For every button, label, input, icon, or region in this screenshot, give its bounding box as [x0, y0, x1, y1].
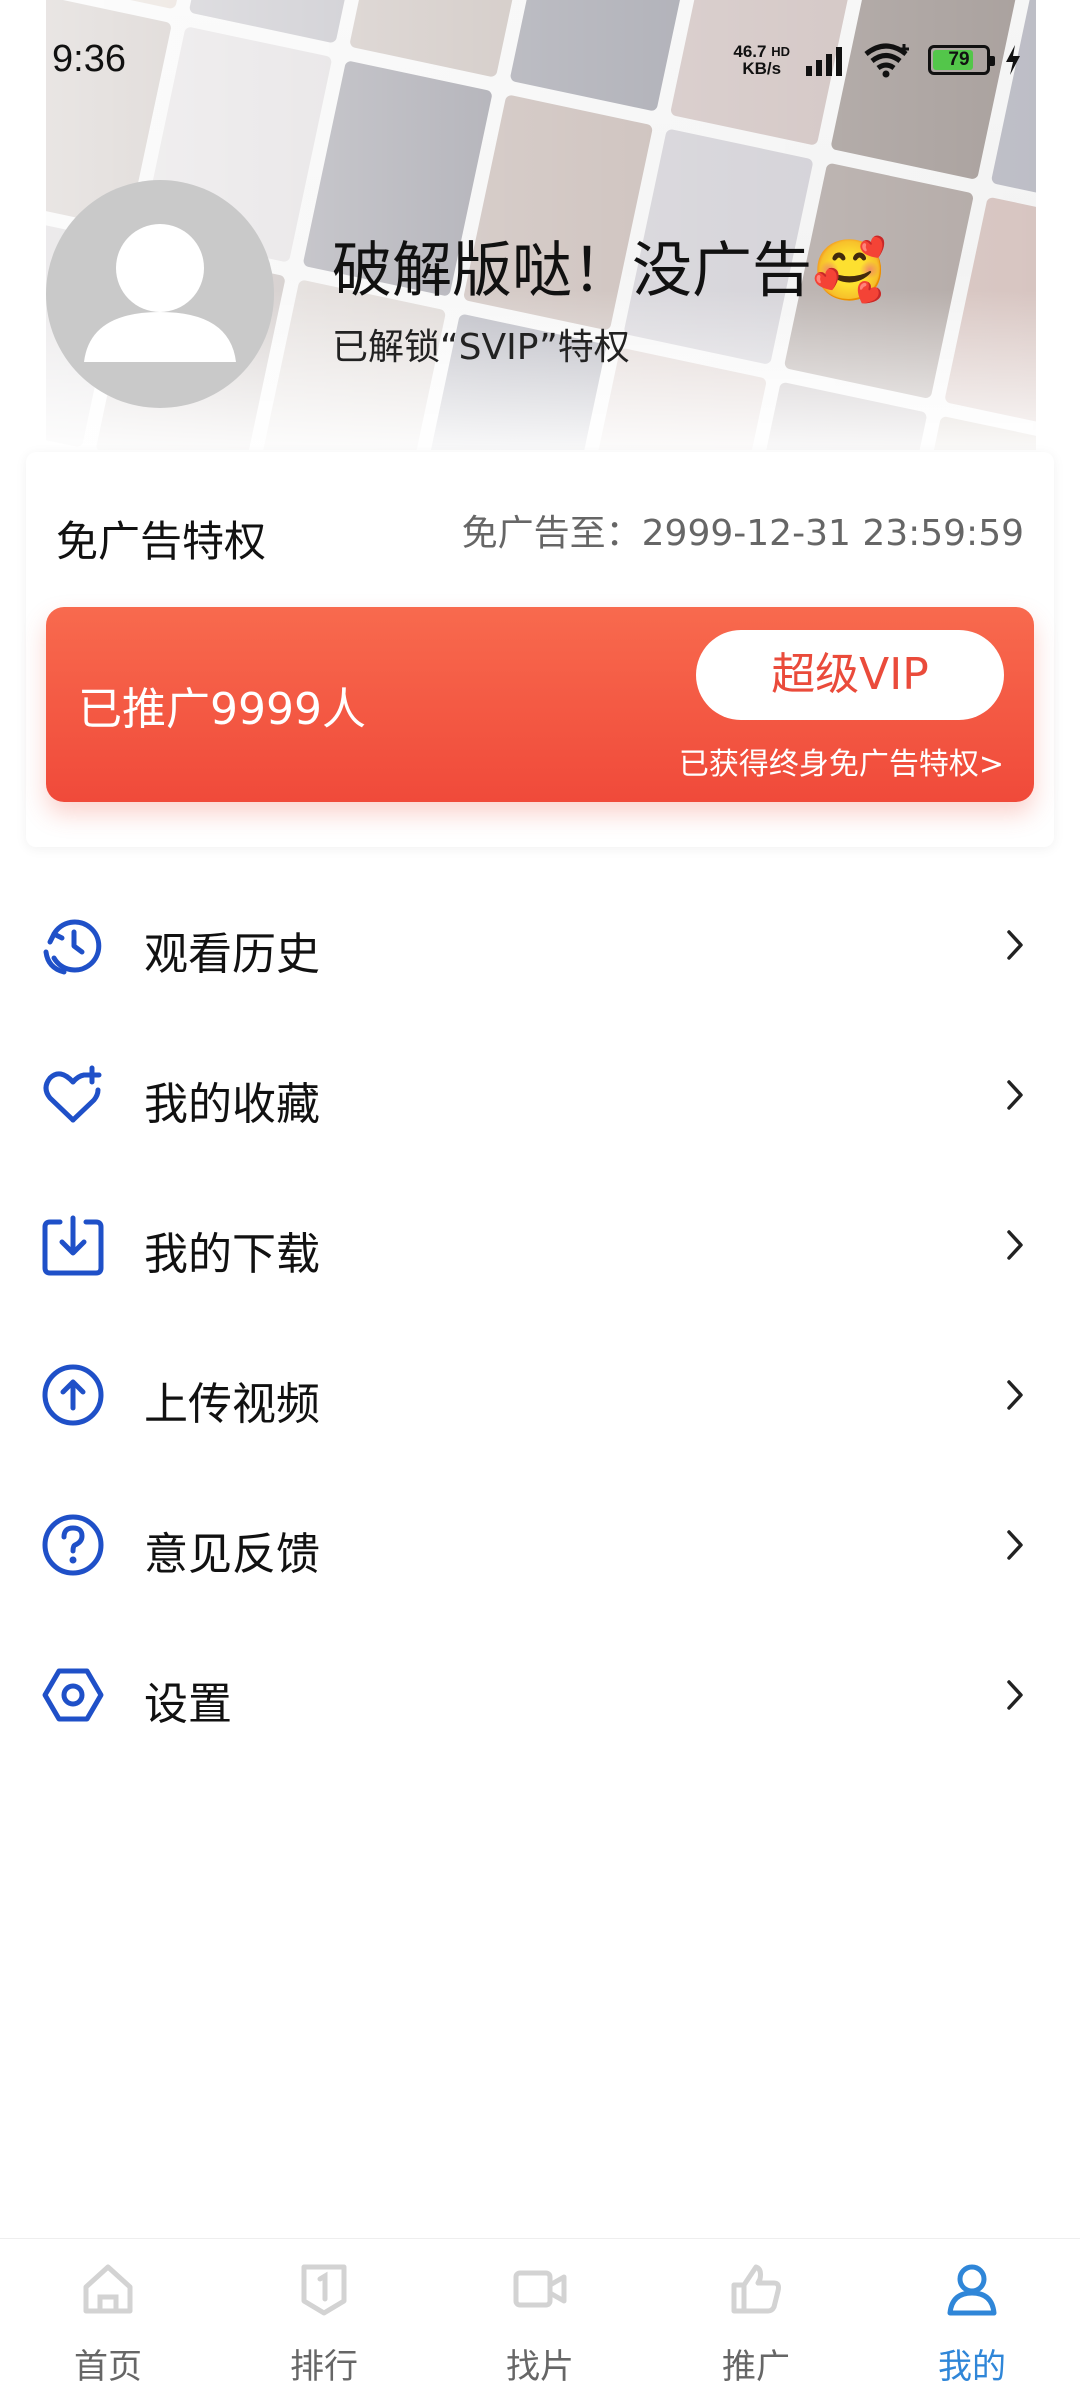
nav-label: 首页 — [74, 2347, 142, 2387]
profile-screen: 9:36 46.7 HD KB/s 79 破解版哒！没广告🥰 已解锁“SVIP”… — [0, 0, 1080, 2400]
chevron-right-icon — [1007, 1080, 1023, 1110]
menu-item-favorites[interactable]: 我的收藏 — [0, 1020, 1080, 1170]
nav-mine[interactable]: 我的 — [864, 2239, 1080, 2400]
history-icon — [43, 919, 102, 975]
profile-title: 破解版哒！没广告🥰 — [332, 236, 887, 306]
menu-label: 我的下载 — [144, 1229, 320, 1280]
avatar[interactable] — [46, 180, 274, 408]
ad-free-privilege-panel: 免广告特权 免广告至：2999-12-31 23:59:59 已推广9999人 … — [26, 452, 1054, 847]
nav-promote[interactable]: 推广 — [648, 2239, 864, 2400]
default-avatar-icon — [84, 224, 236, 362]
battery-level: 79 — [948, 49, 970, 70]
menu-list: 观看历史 我的收藏 我的下载 上传视频 意见反馈 设置 — [0, 870, 1080, 1770]
charging-bolt-icon — [1006, 45, 1020, 75]
network-speed: 46.7 HD KB/s — [733, 43, 790, 77]
favorite-heart-icon — [43, 1065, 102, 1123]
ad-free-expire: 免广告至：2999-12-31 23:59:59 — [461, 513, 1024, 554]
nav-find-video[interactable]: 找片 — [432, 2239, 648, 2400]
menu-item-history[interactable]: 观看历史 — [0, 870, 1080, 1020]
home-icon — [83, 2264, 133, 2314]
download-icon — [42, 1215, 104, 1276]
ranking-icon — [301, 2264, 347, 2316]
menu-label: 意见反馈 — [144, 1529, 320, 1580]
nav-label: 推广 — [722, 2347, 790, 2387]
menu-label: 观看历史 — [144, 929, 320, 980]
vip-card[interactable]: 已推广9999人 超级VIP 已获得终身免广告特权> — [46, 607, 1034, 802]
profile-subtitle: 已解锁“SVIP”特权 — [332, 327, 630, 368]
menu-label: 我的收藏 — [144, 1079, 320, 1130]
net-speed-unit: KB/s — [742, 59, 782, 78]
menu-item-upload[interactable]: 上传视频 — [0, 1320, 1080, 1470]
status-icons: 46.7 HD KB/s 79 — [733, 40, 1022, 80]
nav-home[interactable]: 首页 — [0, 2239, 216, 2400]
menu-item-downloads[interactable]: 我的下载 — [0, 1170, 1080, 1320]
chevron-right-icon — [1007, 1230, 1023, 1260]
super-vip-button[interactable]: 超级VIP — [696, 630, 1004, 720]
ad-free-title: 免广告特权 — [56, 517, 267, 566]
nav-label: 我的 — [938, 2347, 1006, 2387]
video-camera-icon — [513, 2270, 567, 2308]
thumbs-up-icon — [731, 2264, 781, 2314]
status-bar: 9:36 46.7 HD KB/s 79 — [0, 0, 1080, 120]
bottom-navigation: 首页 排行 找片 推广 我的 — [0, 2238, 1080, 2400]
chevron-right-icon — [1007, 1380, 1023, 1410]
signal-icon — [806, 47, 842, 76]
chevron-right-icon — [1007, 1530, 1023, 1560]
chevron-right-icon — [1007, 930, 1023, 960]
menu-item-settings[interactable]: 设置 — [0, 1620, 1080, 1770]
user-icon — [947, 2264, 997, 2316]
nav-label: 找片 — [506, 2347, 574, 2387]
menu-item-feedback[interactable]: 意见反馈 — [0, 1470, 1080, 1620]
status-time: 9:36 — [52, 38, 126, 80]
nav-ranking[interactable]: 排行 — [216, 2239, 432, 2400]
battery-tip — [990, 56, 995, 66]
hd-label: HD — [771, 44, 790, 59]
nav-label: 排行 — [290, 2347, 358, 2387]
settings-hexagon-icon — [42, 1668, 104, 1722]
lifetime-privilege-link[interactable]: 已获得终身免广告特权> — [679, 739, 1004, 783]
upload-icon — [42, 1364, 104, 1426]
feedback-question-icon — [42, 1514, 104, 1576]
battery-icon: 79 — [928, 45, 995, 75]
invite-count: 已推广9999人 — [78, 684, 366, 735]
menu-label: 设置 — [144, 1679, 232, 1730]
chevron-right-icon — [1007, 1680, 1023, 1710]
wifi-icon — [864, 43, 909, 78]
menu-label: 上传视频 — [144, 1379, 320, 1430]
